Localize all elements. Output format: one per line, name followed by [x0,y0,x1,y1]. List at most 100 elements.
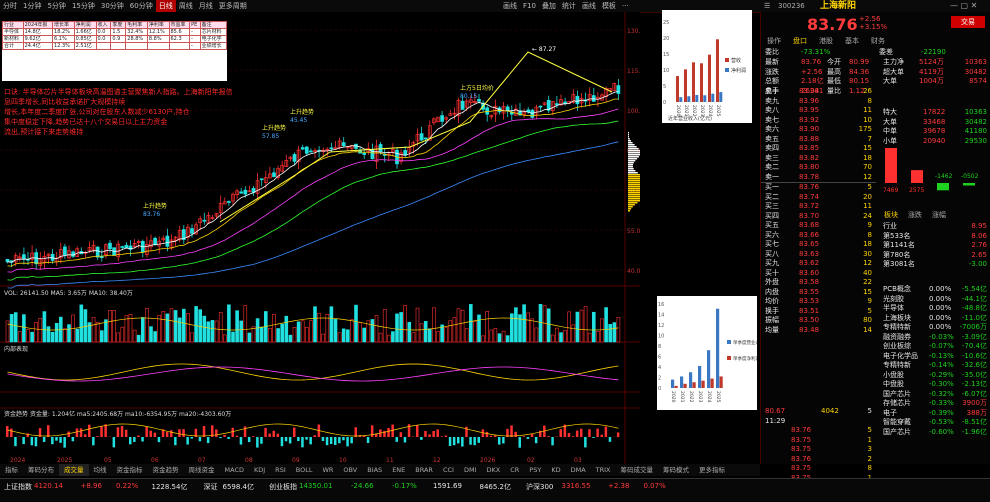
rank-row[interactable]: 第533名8.06 [879,232,990,242]
timeframe-2[interactable]: 5分钟 [44,0,68,12]
order-row[interactable]: 买二83.7420 [761,193,876,203]
rank-row[interactable]: 第1141名2.76 [879,241,990,251]
tool-0[interactable]: 画线 [500,0,520,12]
concept-row[interactable]: 半导体0.00%-48.8亿 [879,304,990,314]
quarterly-mini-chart[interactable]: 1614121086420202020212022202320242025单季度… [657,296,757,410]
indicator-tab-22[interactable]: DMA [566,464,591,476]
concept-row[interactable]: 电子化学品-0.13%-10.6亿 [879,352,990,362]
panel-tab-2[interactable]: 港股 [813,36,839,46]
indicator-tab-21[interactable]: KD [546,464,565,476]
order-row[interactable]: 卖六83.90175 [761,125,876,135]
indicator-tab-14[interactable]: ENE [387,464,410,476]
sector-tab-2[interactable]: 涨幅 [927,210,951,220]
order-row[interactable]: 卖二83.8070 [761,163,876,173]
concept-row[interactable]: 国产芯片-0.32%-6.07亿 [879,390,990,400]
concept-row[interactable]: 上海板块0.00%-11.0亿 [879,314,990,324]
window-controls-icon[interactable]: — ▢ ✕ [950,0,977,12]
timeframe-8[interactable]: 月线 [196,0,216,12]
rank-row[interactable]: 第3081名-3.00 [879,260,990,270]
indicator-tab-8[interactable]: KDJ [249,464,270,476]
timeframe-5[interactable]: 60分钟 [127,0,156,12]
timeframe-1[interactable]: 1分钟 [20,0,44,12]
order-row[interactable]: 买四83.7024 [761,212,876,222]
order-row[interactable]: 买六83.668 [761,231,876,241]
order-row[interactable]: 买八83.6330 [761,250,876,260]
timeframe-9[interactable]: 更多周期 [216,0,250,12]
concept-row[interactable]: 电子-0.39%388万 [879,409,990,419]
order-row[interactable]: 卖八83.9511 [761,106,876,116]
order-row[interactable]: 买五83.689 [761,221,876,231]
tool-3[interactable]: 统计 [559,0,579,12]
indicator-tab-2[interactable]: 成交量 [59,464,89,476]
indicator-tab-18[interactable]: DKX [481,464,505,476]
order-row[interactable]: 卖一83.7812 [761,173,876,183]
concept-row[interactable]: PCB概念0.00%-5.54亿 [879,285,990,295]
rank-row[interactable]: 第780名2.65 [879,251,990,261]
indicator-tab-6[interactable]: 周线资金 [184,464,220,476]
order-row[interactable]: 卖十83.9826 [761,87,876,97]
sector-tab-0[interactable]: 板块 [879,210,903,220]
indicator-tab-17[interactable]: DMI [459,464,482,476]
indicator-tab-10[interactable]: BOLL [291,464,318,476]
revenue-mini-chart[interactable]: 2520151050202020212022202320242025营收净利润近… [662,10,752,123]
order-row[interactable]: 卖四83.8515 [761,144,876,154]
indicator-tab-4[interactable]: 资金指标 [112,464,148,476]
timeframe-7[interactable]: 周线 [176,0,196,12]
order-row[interactable]: 卖五83.887 [761,135,876,145]
order-row[interactable]: 换手83.515 [761,307,876,317]
order-row[interactable]: 内盘83.5515 [761,288,876,298]
order-row[interactable]: 买一83.765 [761,182,876,193]
concept-row[interactable]: 存储芯片-0.33%3900万 [879,399,990,409]
menu-icon[interactable]: ☰ [764,0,770,12]
order-row[interactable]: 买三83.7211 [761,202,876,212]
order-row[interactable]: 均价83.539 [761,297,876,307]
timeframe-4[interactable]: 30分钟 [98,0,127,12]
trade-button[interactable]: 交易 [951,16,985,28]
indicator-tab-1[interactable]: 筹码分布 [23,464,59,476]
order-row[interactable]: 买十83.6040 [761,269,876,279]
order-row[interactable]: 卖九83.968 [761,97,876,107]
indicator-tab-0[interactable]: 指标 [0,464,23,476]
sector-tab-1[interactable]: 涨跌 [903,210,927,220]
concept-row[interactable]: 创业板综-0.07%-70.4亿 [879,342,990,352]
concept-row[interactable]: 中盘股-0.30%-2.13亿 [879,380,990,390]
order-row[interactable]: 卖七83.9210 [761,116,876,126]
indicator-tab-25[interactable]: 筹码模式 [658,464,694,476]
concept-row[interactable]: 小盘股-0.29%-35.0亿 [879,371,990,381]
order-row[interactable]: 均量83.4814 [761,326,876,336]
indicator-tab-20[interactable]: PSY [524,464,546,476]
indicator-tab-7[interactable]: MACD [220,464,249,476]
concept-row[interactable]: 专精特新-0.14%-32.6亿 [879,361,990,371]
tool-2[interactable]: 叠加 [539,0,559,12]
panel-tab-4[interactable]: 财务 [865,36,891,46]
rank-row[interactable]: 行业8.95 [879,222,990,232]
indicator-tab-24[interactable]: 筹码成交量 [616,464,659,476]
concept-row[interactable]: 国产芯片-0.60%-1.96亿 [879,428,990,438]
timeframe-6[interactable]: 日线 [156,0,176,12]
indicator-tab-19[interactable]: CR [505,464,524,476]
order-row[interactable]: 外盘83.5822 [761,278,876,288]
tool-6[interactable]: ··· [619,0,632,12]
timeframe-0[interactable]: 分时 [0,0,20,12]
order-row[interactable]: 卖三83.8218 [761,154,876,164]
order-row[interactable]: 买七83.6518 [761,240,876,250]
order-row[interactable]: 振幅83.5080 [761,316,876,326]
concept-row[interactable]: 专精特新0.00%-7006万 [879,323,990,333]
tool-4[interactable]: 画线 [579,0,599,12]
indicator-tab-3[interactable]: 均线 [89,464,112,476]
concept-row[interactable]: 光刻胶0.00%-44.1亿 [879,295,990,305]
indicator-tab-9[interactable]: RSI [270,464,291,476]
panel-tab-1[interactable]: 盘口 [787,36,813,46]
indicator-tab-16[interactable]: CCI [438,464,459,476]
indicator-tab-26[interactable]: 更多指标 [694,464,730,476]
indicator-tab-11[interactable]: WR [317,464,338,476]
indicator-tab-12[interactable]: OBV [338,464,362,476]
panel-tab-3[interactable]: 基本 [839,36,865,46]
indicator-tab-15[interactable]: BRAR [410,464,438,476]
timeframe-3[interactable]: 15分钟 [69,0,98,12]
panel-tab-0[interactable]: 操作 [761,36,787,46]
concept-row[interactable]: 融资融券-0.03%-3.09亿 [879,333,990,343]
tool-5[interactable]: 模板 [599,0,619,12]
tool-1[interactable]: F10 [520,0,539,12]
indicator-tab-13[interactable]: BIAS [362,464,387,476]
